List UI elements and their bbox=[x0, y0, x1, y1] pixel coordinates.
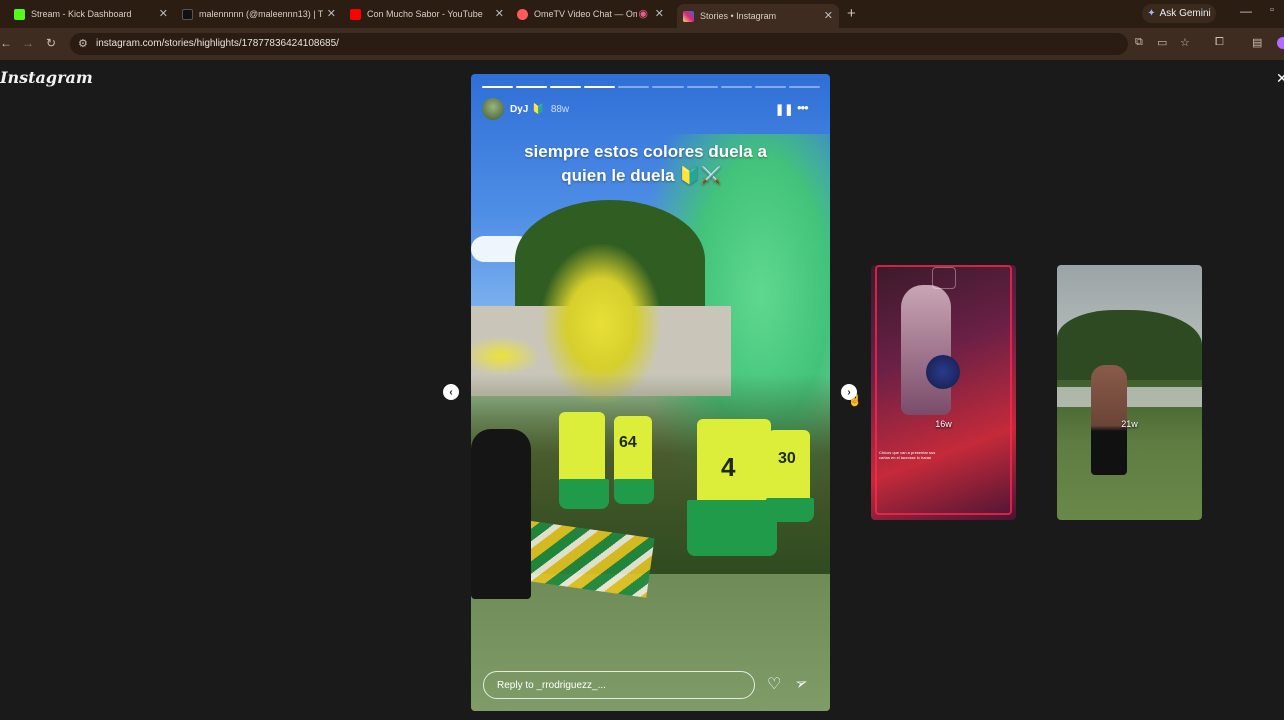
recording-icon: ◉ bbox=[638, 8, 648, 20]
close-icon[interactable]: ✕ bbox=[655, 7, 664, 20]
progress-segment bbox=[788, 86, 820, 88]
tab-title: malennnnn (@maleennn13) | T bbox=[199, 9, 324, 19]
progress-segment bbox=[482, 86, 514, 88]
story-timestamp: 88w bbox=[550, 103, 570, 115]
bookmark-star-icon[interactable]: ☆ bbox=[1180, 36, 1190, 49]
maximize-icon[interactable]: ▫ bbox=[1270, 4, 1274, 16]
story-caption: siempre estos colores duela a quien le d… bbox=[471, 140, 830, 188]
back-icon[interactable]: ← bbox=[0, 36, 12, 50]
jersey-number: 30 bbox=[778, 450, 796, 467]
preview-caption: Chicos que van a presentar sus cartas en… bbox=[879, 450, 936, 460]
story-preview-1[interactable]: 16w Chicos que van a presentar sus carta… bbox=[871, 265, 1016, 520]
frame-icon bbox=[932, 267, 956, 289]
tab-title: Stories • Instagram bbox=[700, 11, 777, 21]
story-image-player bbox=[614, 416, 652, 488]
story-header: DyJ 🔰 88w bbox=[482, 98, 569, 120]
site-settings-icon[interactable]: ⚙ bbox=[78, 37, 88, 50]
sidebar-icon[interactable]: ▤ bbox=[1252, 36, 1262, 49]
hand-cursor-icon: ☝ bbox=[848, 395, 862, 407]
story-badge: 🔰 bbox=[532, 103, 545, 115]
profile-avatar[interactable] bbox=[1277, 37, 1284, 49]
story-image-skirt bbox=[559, 479, 609, 509]
progress-segment bbox=[686, 86, 718, 88]
tab-kick-dashboard[interactable]: Stream - Kick Dashboard ✕ bbox=[14, 4, 174, 24]
close-icon[interactable]: ✕ bbox=[824, 9, 833, 22]
browser-toolbar: ← → ↻ ⚙ instagram.com/stories/highlights… bbox=[0, 28, 1284, 60]
story-image-smoke-yellow-small bbox=[471, 336, 541, 376]
instagram-icon bbox=[683, 10, 694, 22]
forward-icon[interactable]: → bbox=[22, 36, 34, 50]
tab-title: Con Mucho Sabor - YouTube bbox=[367, 9, 483, 19]
pause-icon[interactable]: ❚❚ bbox=[775, 103, 793, 116]
ask-gemini-button[interactable]: ✦ Ask Gemini bbox=[1142, 4, 1216, 23]
progress-segment bbox=[550, 86, 582, 88]
gemini-label: Ask Gemini bbox=[1159, 8, 1211, 19]
tab-ometv[interactable]: OmeTV Video Chat — Ome ◉ ✕ bbox=[517, 4, 670, 24]
previous-story-button[interactable]: ‹ bbox=[443, 384, 459, 400]
progress-segment bbox=[618, 86, 650, 88]
caption-line: siempre estos colores duela a bbox=[524, 142, 767, 161]
kick-icon bbox=[14, 8, 25, 20]
preview-timestamp: 16w bbox=[935, 419, 952, 429]
tab-title: OmeTV Video Chat — Ome bbox=[534, 9, 637, 19]
new-tab-icon[interactable]: + bbox=[847, 5, 856, 22]
reload-icon[interactable]: ↻ bbox=[46, 36, 56, 50]
translate-icon[interactable]: ⧉ bbox=[1135, 36, 1143, 49]
close-icon[interactable]: ✕ bbox=[159, 7, 168, 20]
caption-line: quien le duela 🔰⚔️ bbox=[561, 166, 722, 185]
story-preview-image-neon bbox=[875, 265, 1012, 515]
jersey-number: 4 bbox=[721, 452, 736, 482]
tab-title: Stream - Kick Dashboard bbox=[31, 9, 132, 19]
story-image-skirt bbox=[614, 479, 654, 504]
url-text[interactable]: instagram.com/stories/highlights/1787783… bbox=[96, 38, 339, 49]
instagram-logo[interactable]: Instagram bbox=[0, 68, 93, 87]
progress-segment bbox=[754, 86, 786, 88]
story-preview-image-trees bbox=[1057, 310, 1202, 380]
story-preview-image-cars bbox=[1057, 387, 1202, 407]
gemini-icon: ✦ bbox=[1147, 8, 1156, 19]
extensions-icon[interactable]: ⧠ bbox=[1215, 36, 1224, 49]
progress-segment bbox=[516, 86, 548, 88]
story-image-skirt bbox=[766, 498, 814, 522]
story-image-person bbox=[471, 429, 531, 599]
tiktok-icon bbox=[182, 8, 193, 20]
more-icon[interactable]: ••• bbox=[797, 100, 809, 115]
minimize-icon[interactable]: — bbox=[1240, 4, 1252, 18]
jersey-number: 64 bbox=[619, 434, 637, 451]
tab-tiktok[interactable]: malennnnn (@maleennn13) | T ✕ bbox=[182, 4, 342, 24]
progress-segment bbox=[720, 86, 752, 88]
story-progress-bar bbox=[482, 86, 820, 88]
story-preview-2[interactable]: 21w bbox=[1057, 265, 1202, 520]
tab-youtube[interactable]: Con Mucho Sabor - YouTube ✕ bbox=[350, 4, 510, 24]
reply-input[interactable]: Reply to _rrodriguezz_... bbox=[483, 671, 755, 699]
preview-timestamp: 21w bbox=[1121, 419, 1138, 429]
progress-segment bbox=[584, 86, 616, 88]
address-bar[interactable]: ⚙ instagram.com/stories/highlights/17877… bbox=[70, 33, 1128, 55]
close-icon[interactable]: ✕ bbox=[1276, 70, 1284, 87]
story-viewer[interactable]: 64 4 30 DyJ 🔰 88w ❚❚ ••• siempre estos c… bbox=[471, 74, 830, 711]
avatar[interactable] bbox=[482, 98, 504, 120]
story-image-player bbox=[768, 430, 810, 506]
youtube-icon bbox=[350, 8, 361, 20]
close-icon[interactable]: ✕ bbox=[327, 7, 336, 20]
ometv-icon bbox=[517, 8, 528, 20]
cast-icon[interactable]: ▭ bbox=[1157, 36, 1167, 49]
close-icon[interactable]: ✕ bbox=[495, 7, 504, 20]
tab-instagram-stories[interactable]: Stories • Instagram ✕ bbox=[677, 4, 839, 28]
story-username[interactable]: DyJ bbox=[510, 104, 528, 115]
story-image-skirt bbox=[687, 500, 777, 556]
progress-segment bbox=[652, 86, 684, 88]
browser-tab-bar: Stream - Kick Dashboard ✕ malennnnn (@ma… bbox=[0, 0, 1284, 28]
heart-icon[interactable]: ♡ bbox=[767, 674, 781, 694]
